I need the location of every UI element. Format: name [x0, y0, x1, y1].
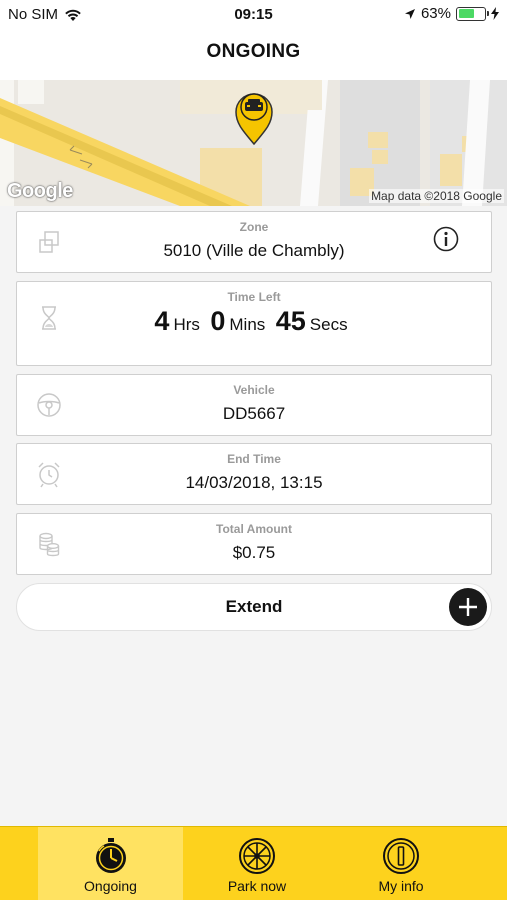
- time-left-label: Time Left: [227, 290, 281, 304]
- info-icon[interactable]: [433, 226, 459, 252]
- zone-label: Zone: [239, 220, 269, 234]
- time-left-card: Time Left 4 Hrs 0 Mins 45 Secs: [16, 281, 492, 366]
- tab-my-info[interactable]: My info: [331, 827, 471, 900]
- plus-icon[interactable]: [449, 588, 487, 626]
- wheel-icon: [239, 838, 275, 874]
- battery-icon: [456, 6, 489, 21]
- vehicle-card: Vehicle DD5667: [16, 374, 492, 436]
- time-left-countdown: 4 Hrs 0 Mins 45 Secs: [17, 306, 491, 337]
- stopwatch-icon: [95, 838, 126, 873]
- hours-value: 4: [154, 306, 170, 336]
- vehicle-label: Vehicle: [233, 383, 275, 397]
- end-time-card: End Time 14/03/2018, 13:15: [16, 443, 492, 505]
- seconds-value: 45: [275, 306, 306, 336]
- nav-bar: ONGOING: [0, 30, 507, 80]
- hours-unit: Hrs: [173, 315, 200, 334]
- tab-my-info-label: My info: [378, 878, 424, 894]
- end-time-label: End Time: [227, 452, 281, 466]
- tab-park-now-label: Park now: [227, 878, 287, 894]
- map-view[interactable]: Google Map data ©2018 Google: [0, 80, 507, 206]
- google-logo: Google: [7, 180, 73, 202]
- zone-value: 5010 (Ville de Chambly): [163, 241, 345, 260]
- seconds-unit: Secs: [309, 315, 348, 334]
- page-title: ONGOING: [206, 41, 301, 62]
- location-arrow-icon: [404, 8, 415, 19]
- tab-bar: Ongoing Park now My info: [0, 826, 507, 900]
- tab-park-now[interactable]: Park now: [183, 827, 331, 900]
- minutes-value: 0: [210, 306, 226, 336]
- total-amount-value: $0.75: [232, 543, 276, 562]
- tab-ongoing-label: Ongoing: [84, 878, 137, 894]
- extend-label: Extend: [225, 597, 283, 616]
- zone-card: Zone 5010 (Ville de Chambly): [16, 211, 492, 273]
- minutes-unit: Mins: [229, 315, 266, 334]
- extend-button[interactable]: Extend: [16, 583, 492, 631]
- charging-icon: [491, 7, 499, 20]
- status-right: 63%: [404, 5, 499, 22]
- map-tiles: [0, 80, 507, 206]
- tab-ongoing[interactable]: Ongoing: [38, 827, 183, 900]
- total-amount-card: Total Amount $0.75: [16, 513, 492, 575]
- end-time-value: 14/03/2018, 13:15: [185, 473, 323, 492]
- battery-level: [458, 9, 475, 18]
- battery-percent: 63%: [420, 5, 451, 22]
- status-bar: No SIM 09:15 63%: [0, 0, 507, 30]
- map-attribution[interactable]: Map data ©2018 Google: [369, 189, 504, 203]
- total-amount-label: Total Amount: [216, 522, 292, 536]
- info-icon: [383, 838, 419, 874]
- vehicle-value: DD5667: [222, 404, 286, 423]
